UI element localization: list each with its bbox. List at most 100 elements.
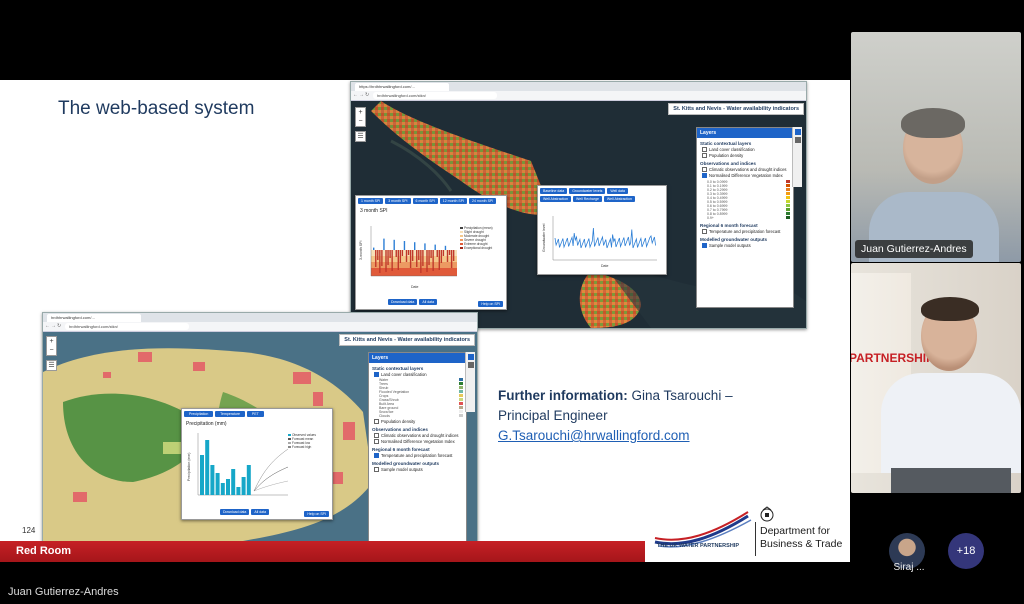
forecast-bar [246,465,251,495]
zoom-control[interactable]: + − [355,107,366,127]
spi-3-button[interactable]: 3 month SPI [385,198,411,204]
layers-icon[interactable]: ☰ [46,360,57,371]
help-spi-button[interactable]: Help on SPI [478,301,503,307]
legend-swatch [460,239,463,241]
spi-24-button[interactable]: 24 month SPI [469,198,497,204]
checkbox-checked[interactable] [702,243,707,248]
spi-bar [401,250,404,256]
checkbox[interactable] [374,433,379,438]
spi-chart-title: 3 month SPI [360,208,388,214]
legend-swatch [786,212,790,215]
person-hair [921,297,979,321]
layer-landcover[interactable]: Land cover classification [702,147,790,152]
layer-population[interactable]: Population density [702,153,790,158]
checkbox[interactable] [702,153,707,158]
spi-bar [373,247,375,250]
spi-bar [385,250,387,272]
checkbox[interactable] [702,229,707,234]
spi-bar [426,250,428,272]
gw-well-button[interactable]: Well data [607,188,628,194]
spi-bar [407,250,410,255]
checkbox[interactable] [374,419,379,424]
browser-tab: hrdhhrwallingford.com/... [47,314,141,322]
pet-button[interactable]: PET [246,411,264,417]
gw-abstraction-button[interactable]: Well Abstraction [540,196,572,202]
zoom-control[interactable]: + − [46,336,57,356]
spi-xlabel: Date [411,285,418,289]
panel-toggle-strip[interactable] [465,352,475,412]
chart-legend-item: Forecast high [288,445,330,449]
logo-divider [755,522,756,556]
layers-toggle-icon[interactable] [467,354,474,360]
help-spi-button[interactable]: Help on SPI [304,511,329,517]
more-participants-button[interactable]: +18 [948,533,984,569]
layer-label: Sample model outputs [381,467,423,472]
layer-climatic[interactable]: Climatic observations and drought indice… [374,433,463,438]
forecast-tab-buttons: Precipitation Temperature PET [182,409,332,419]
layers-panel: Layers Static contextual layers Land cov… [696,127,794,308]
checkbox[interactable] [374,439,379,444]
spi-bar [389,250,391,258]
precipitation-button[interactable]: Precipitation [184,411,214,417]
forecast-bar [215,473,220,495]
all-data-button[interactable]: All data [251,509,270,515]
forecast-footer: Download data All data [218,507,271,517]
layer-ndvi[interactable]: Normalised Difference Vegetation Index [374,439,463,444]
nav-arrows-icon: ←→↻ [353,92,371,98]
spi-6-button[interactable]: 6 month SPI [412,198,438,204]
bottom-browser-screenshot: hrdhhrwallingford.com/... ←→↻ hrdhhrwall… [42,312,478,542]
download-data-button[interactable]: Download data [388,299,418,305]
spi-1-button[interactable]: 1 month SPI [358,198,384,204]
spi-bar [409,250,412,268]
spi-bar [448,250,451,255]
gw-abstraction2-button[interactable]: Well Abstraction [603,196,635,202]
layer-climatic[interactable]: Climatic observations and drought indice… [702,167,790,172]
browser-tab: https://hrdhhrwallingford.com/... [355,83,449,91]
layer-forecast[interactable]: Temperature and precipitation forecast [374,453,463,458]
layer-population[interactable]: Population density [374,419,463,424]
gw-levels-button[interactable]: Groundwater levels [569,188,606,194]
landcover-legend: Water Trees Shrub Flooded Vegetation Crops Gr… [369,378,466,418]
info-toggle-icon[interactable] [467,362,474,368]
legend-swatch [459,382,463,385]
spi-bar [438,250,440,270]
panel-toggle-strip[interactable] [792,127,802,187]
checkbox[interactable] [374,467,379,472]
spi-bar [403,241,406,250]
gw-baseline-button[interactable]: Baseline data [540,188,568,194]
spi-bar [444,245,447,250]
legend-swatch [459,390,463,393]
address-bar: ←→↻ hrdhhrwallingford.com/stkn/ [351,91,806,101]
forecast-mean-line [253,466,289,492]
gw-recharge-button[interactable]: Well Recharge [573,196,602,202]
layers-toggle-icon[interactable] [794,129,801,135]
temperature-button[interactable]: Temperature [215,411,245,417]
layer-label: Normalised Difference Vegetation Index [709,173,783,178]
checkbox-checked[interactable] [702,173,707,178]
layer-label: Population density [381,419,416,424]
spi-bar [442,250,445,256]
checkbox[interactable] [702,147,707,152]
video-tile-participant[interactable]: PARTNERSHIP [851,263,1021,493]
checkbox-checked[interactable] [374,453,379,458]
checkbox-checked[interactable] [374,372,379,377]
layer-landcover[interactable]: Land cover classification [374,372,463,377]
info-toggle-icon[interactable] [794,137,801,143]
layer-forecast[interactable]: Temperature and precipitation forecast [702,229,790,234]
layer-ndvi[interactable]: Normalised Difference Vegetation Index [702,173,790,178]
spi-12-button[interactable]: 12 month SPI [439,198,468,204]
video-tile-speaker[interactable]: Juan Gutierrez-Andres [851,32,1021,262]
further-label: Further information: [498,388,628,403]
forecast-bar [241,477,246,495]
download-data-button[interactable]: Download data [220,509,250,515]
legend-label: Forecast high [292,445,312,449]
layers-icon[interactable]: ☰ [355,131,366,142]
all-data-button[interactable]: All data [419,299,438,305]
layer-gw-sample[interactable]: Sample model outputs [374,467,463,472]
checkbox[interactable] [702,167,707,172]
layer-gw-sample[interactable]: Sample model outputs [702,243,790,248]
legend-swatch [459,386,463,389]
bottom-map: St. Kitts and Nevis - Water availability… [43,332,477,541]
contact-email-link[interactable]: G.Tsarouchi@hrwallingford.com [498,426,733,446]
spi-bar [414,242,416,250]
